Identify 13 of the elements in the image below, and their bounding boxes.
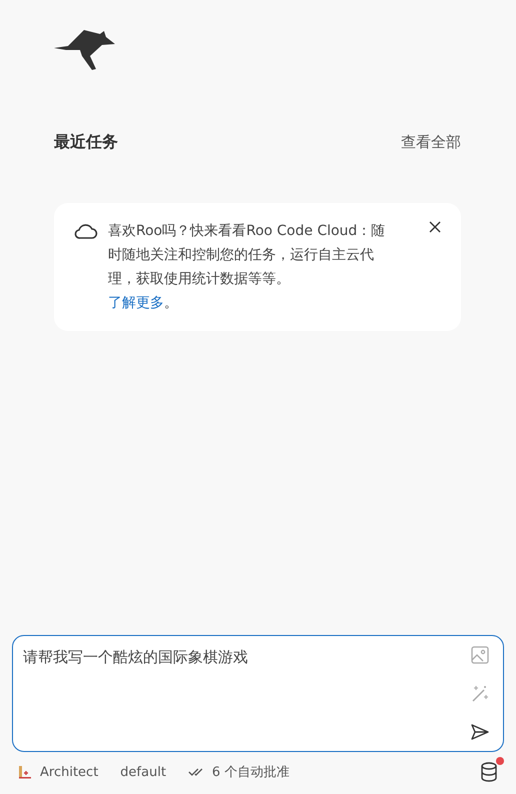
cloud-icon: [74, 222, 98, 240]
learn-more-link[interactable]: 了解更多: [108, 295, 164, 311]
mode-selector[interactable]: Architect: [18, 764, 98, 780]
notice-text: 喜欢Roo吗？快来看看Roo Code Cloud：随时随地关注和控制您的任务，运行自主云代理，获取使用统计数据等等。 了解更多。: [108, 222, 386, 313]
close-icon[interactable]: [427, 219, 443, 235]
double-check-icon: [188, 767, 204, 777]
ruler-icon: [18, 765, 32, 779]
input-field[interactable]: 请帮我写一个酷炫的国际象棋游戏: [23, 644, 469, 743]
config-selector[interactable]: default: [120, 764, 166, 780]
section-title: 最近任务: [54, 132, 118, 153]
view-all-link[interactable]: 查看全部: [401, 133, 461, 152]
auto-approve-button[interactable]: 6 个自动批准: [188, 763, 290, 781]
chat-input-box[interactable]: 请帮我写一个酷炫的国际象棋游戏: [12, 635, 504, 752]
